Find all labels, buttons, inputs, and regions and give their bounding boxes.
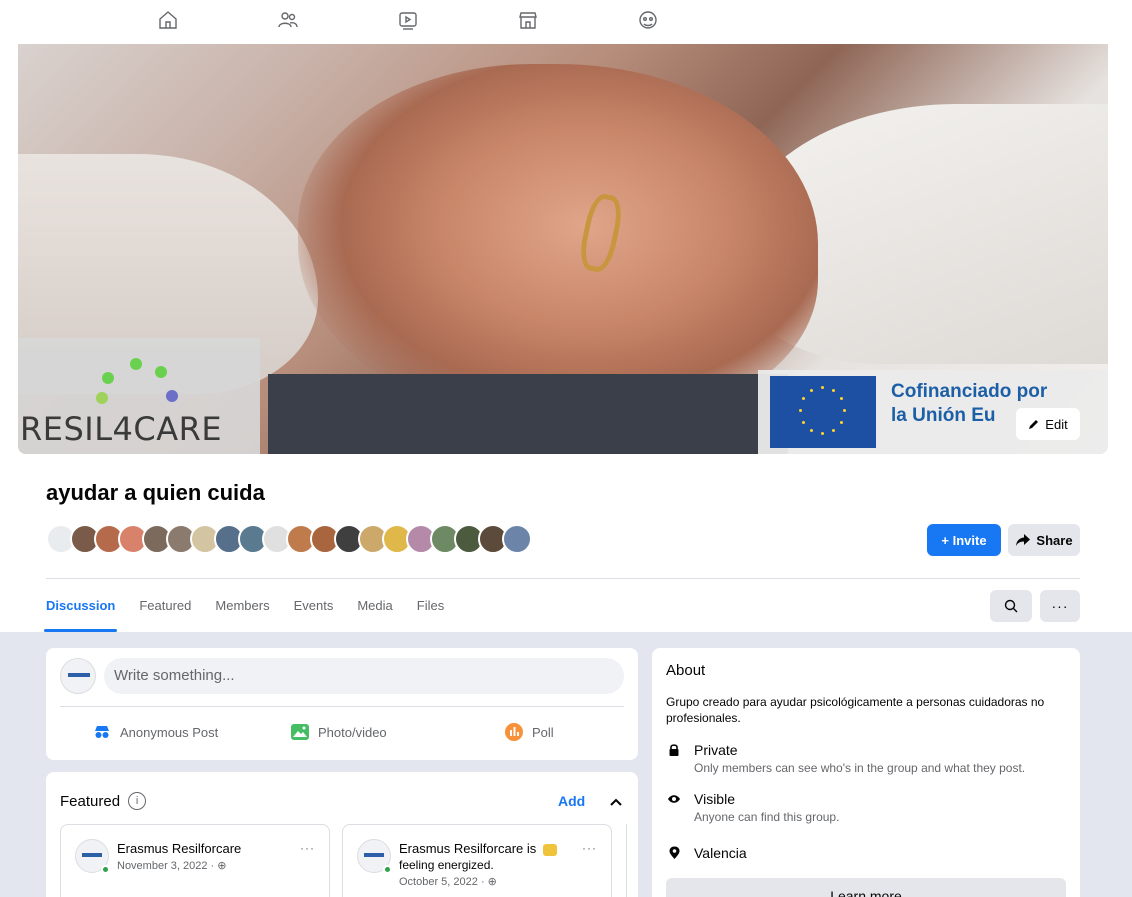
post-date[interactable]: November 3, 2022 · ⊕ <box>117 859 227 872</box>
edit-label: Edit <box>1045 416 1068 432</box>
cover-shadow <box>268 374 788 454</box>
privacy-row: Private Only members can see who's in th… <box>666 742 1025 775</box>
globe-icon: ⊕ <box>217 860 227 872</box>
tab-events[interactable]: Events <box>294 590 334 632</box>
poll-label: Poll <box>532 724 554 740</box>
post-date-text: October 5, 2022 · <box>399 876 488 888</box>
pencil-icon <box>1029 420 1039 429</box>
online-status-icon <box>383 865 392 874</box>
eu-text-line1: Cofinanciado por <box>891 381 1048 402</box>
member-avatar[interactable] <box>502 524 532 554</box>
search-group-button[interactable] <box>990 590 1032 622</box>
location-label: Valencia <box>694 845 747 861</box>
member-avatars[interactable] <box>46 524 532 556</box>
energized-emoji-icon <box>542 843 557 856</box>
visibility-label: Visible <box>694 791 735 807</box>
share-button[interactable]: Share <box>1008 524 1080 556</box>
composer-divider <box>60 706 624 707</box>
header-divider <box>46 578 1080 579</box>
photo-video-label: Photo/video <box>318 724 387 740</box>
poll-icon <box>505 723 523 741</box>
privacy-sub: Only members can see who's in the group … <box>694 761 1026 775</box>
tab-members[interactable]: Members <box>215 590 269 632</box>
globe-icon: ⊕ <box>487 876 497 888</box>
group-tabs: Discussion Featured Members Events Media… <box>43 590 468 632</box>
anonymous-icon <box>95 726 109 738</box>
post-feeling: feeling energized. <box>399 858 494 872</box>
invite-button[interactable]: + Invite <box>927 524 1001 556</box>
marketplace-icon[interactable] <box>516 8 540 32</box>
post-options-icon[interactable]: ··· <box>300 841 315 855</box>
anonymous-post-button[interactable]: Anonymous Post <box>92 720 218 744</box>
featured-post-card[interactable]: Erasmus Resilforcare November 3, 2022 · … <box>60 824 330 897</box>
add-featured-button[interactable]: Add <box>558 793 585 809</box>
top-navigation <box>0 0 1132 44</box>
share-label: Share <box>1036 532 1073 548</box>
location-row: Valencia <box>666 845 747 861</box>
lock-icon <box>666 742 682 758</box>
featured-post-card-partial[interactable] <box>626 824 638 897</box>
user-avatar[interactable] <box>60 658 96 694</box>
featured-post-card[interactable]: Erasmus Resilforcare is feeling energize… <box>342 824 612 897</box>
post-author-text: Erasmus Resilforcare is <box>399 841 537 856</box>
write-something-input[interactable]: Write something... <box>104 658 624 694</box>
groups-icon[interactable] <box>636 8 660 32</box>
featured-title: Featured i <box>60 792 147 810</box>
post-author[interactable]: Erasmus Resilforcare is <box>399 841 557 856</box>
more-icon: ··· <box>1051 598 1069 614</box>
about-title: About <box>666 662 706 679</box>
search-icon <box>1004 599 1018 613</box>
tab-files[interactable]: Files <box>417 590 444 632</box>
online-status-icon <box>101 865 110 874</box>
about-description: Grupo creado para ayudar psicológicament… <box>666 695 1045 725</box>
logo-text: RESIL4CARE <box>20 410 223 448</box>
photo-video-button[interactable]: Photo/video <box>290 720 387 744</box>
collapse-chevron-icon[interactable] <box>610 794 622 809</box>
post-composer: Write something... Anonymous Post Photo/… <box>46 648 638 760</box>
post-date-text: November 3, 2022 · <box>117 860 218 872</box>
eu-flag-icon <box>770 376 876 448</box>
info-icon[interactable]: i <box>128 792 147 810</box>
edit-cover-button[interactable]: Edit <box>1016 408 1080 440</box>
invite-label: + Invite <box>941 532 987 548</box>
friends-icon[interactable] <box>276 8 300 32</box>
tab-featured[interactable]: Featured <box>139 590 191 632</box>
tab-discussion[interactable]: Discussion <box>43 590 118 632</box>
featured-title-text: Featured <box>60 792 121 810</box>
eye-icon <box>666 791 682 807</box>
visibility-row: Visible Anyone can find this group. <box>666 791 839 824</box>
location-pin-icon <box>666 845 682 861</box>
privacy-label: Private <box>694 742 738 758</box>
cover-photo: RESIL4CARE Cofinanciado por la Unión Eu <box>18 44 1108 454</box>
cover-hands <box>298 64 818 424</box>
watch-icon[interactable] <box>396 8 420 32</box>
photo-icon <box>291 724 309 740</box>
learn-more-button[interactable]: Learn more <box>666 878 1066 897</box>
more-options-button[interactable]: ··· <box>1040 590 1080 622</box>
group-name: ayudar a quien cuida <box>46 480 265 505</box>
home-icon[interactable] <box>156 8 180 32</box>
anonymous-post-label: Anonymous Post <box>120 724 219 740</box>
post-date[interactable]: October 5, 2022 · ⊕ <box>399 875 497 888</box>
post-author[interactable]: Erasmus Resilforcare <box>117 841 241 856</box>
featured-section: Featured i Add Erasmus Resilforcare Nove… <box>46 772 638 897</box>
tab-media[interactable]: Media <box>357 590 392 632</box>
post-options-icon[interactable]: ··· <box>582 841 597 855</box>
poll-button[interactable]: Poll <box>504 720 554 744</box>
visibility-sub: Anyone can find this group. <box>694 810 840 824</box>
share-arrow-icon <box>1016 534 1031 546</box>
about-panel: About Grupo creado para ayudar psicológi… <box>652 648 1080 897</box>
